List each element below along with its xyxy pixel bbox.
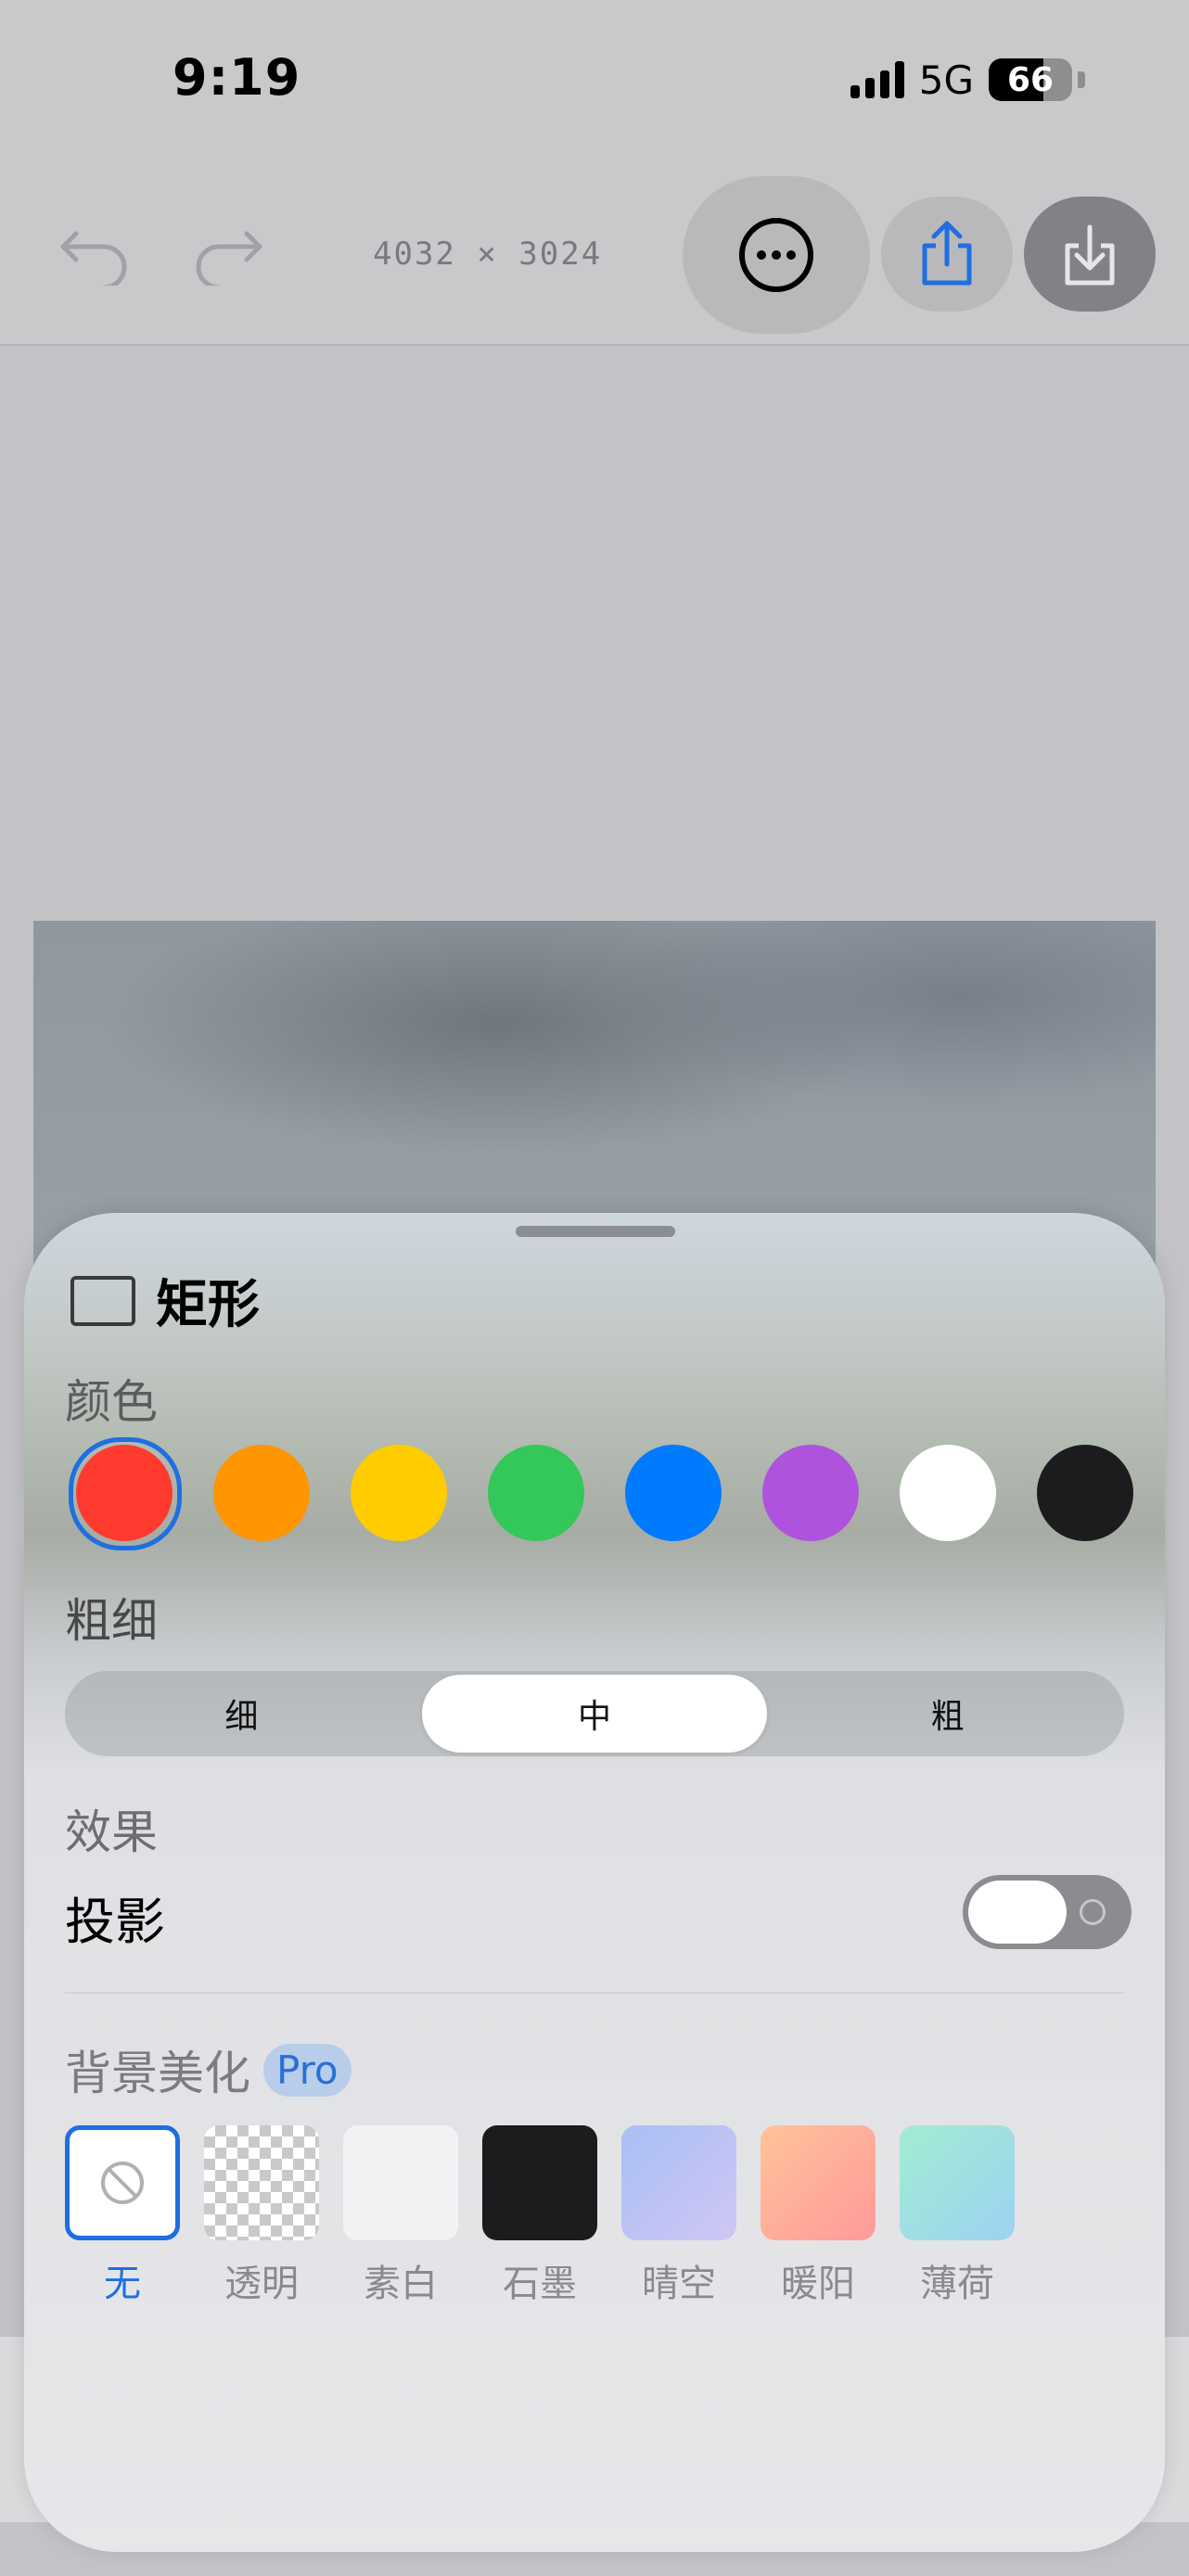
more-icon <box>739 218 813 292</box>
status-indicators: 5G 66 <box>850 54 1085 106</box>
color-swatch-red[interactable] <box>69 1437 182 1550</box>
no-symbol-icon <box>101 2162 144 2204</box>
weight-section-label: 粗细 <box>65 1594 158 1648</box>
color-swatch-yellow[interactable] <box>351 1445 447 1541</box>
background-label-plain-white: 素白 <box>364 2263 438 2305</box>
background-tile-mint[interactable] <box>900 2125 1015 2240</box>
sheet-header: 矩形 <box>70 1263 260 1338</box>
background-label-none: 无 <box>104 2263 141 2305</box>
weight-option-thin[interactable]: 细 <box>69 1675 415 1753</box>
cellular-signal-icon <box>850 61 904 98</box>
background-tile-warm-sun[interactable] <box>761 2125 876 2240</box>
background-option-warm-sun[interactable]: 暖阳 <box>761 2125 876 2307</box>
background-tile-graphite[interactable] <box>482 2125 597 2240</box>
toggle-knob <box>968 1881 1067 1944</box>
share-icon <box>922 221 972 286</box>
rectangle-icon <box>70 1275 135 1326</box>
color-swatch-white[interactable] <box>900 1445 996 1541</box>
background-label-warm-sun: 暖阳 <box>781 2263 855 2305</box>
background-label-graphite: 石墨 <box>503 2263 577 2305</box>
top-bar: 9:19 5G 66 4032 × 3024 <box>0 0 1189 346</box>
image-dimensions: 4032 × 3024 <box>373 236 603 273</box>
battery-level: 66 <box>1006 61 1055 99</box>
color-section-label: 颜色 <box>65 1375 158 1429</box>
undo-button[interactable] <box>48 211 141 295</box>
effect-section-label: 效果 <box>65 1805 158 1859</box>
background-label-text: 背景美化 <box>65 2047 250 2100</box>
background-tile-transparent[interactable] <box>204 2125 319 2240</box>
color-swatch-orange[interactable] <box>213 1445 310 1541</box>
toggle-off-indicator <box>1080 1899 1106 1925</box>
background-options: 无 透明 素白 石墨 晴空 暖阳 薄荷 <box>65 2125 1015 2307</box>
sheet-grabber[interactable] <box>516 1226 675 1237</box>
background-label-transparent: 透明 <box>224 2263 299 2305</box>
color-swatch-blue[interactable] <box>625 1445 722 1541</box>
background-option-none[interactable]: 无 <box>65 2125 180 2307</box>
undo-icon <box>60 231 127 286</box>
rectangle-settings-sheet: 矩形 颜色 粗细 细 中 粗 效果 投影 背景美化 Pro 无 透明 素白 石墨… <box>24 1213 1165 2552</box>
share-button[interactable] <box>881 197 1013 312</box>
background-label-clear-sky: 晴空 <box>642 2263 716 2305</box>
background-tile-none[interactable] <box>65 2125 180 2240</box>
weight-option-medium[interactable]: 中 <box>421 1675 768 1753</box>
shadow-toggle[interactable] <box>963 1875 1131 1949</box>
background-option-mint[interactable]: 薄荷 <box>900 2125 1015 2307</box>
background-option-clear-sky[interactable]: 晴空 <box>621 2125 736 2307</box>
battery-icon: 66 <box>989 58 1072 101</box>
weight-option-thick[interactable]: 粗 <box>774 1675 1120 1753</box>
background-option-transparent[interactable]: 透明 <box>204 2125 319 2307</box>
color-swatch-green[interactable] <box>488 1445 584 1541</box>
background-tile-clear-sky[interactable] <box>621 2125 736 2240</box>
network-type: 5G <box>918 57 974 103</box>
sheet-title: 矩形 <box>156 1275 260 1335</box>
background-label-mint: 薄荷 <box>920 2263 994 2305</box>
color-swatch-black[interactable] <box>1037 1445 1133 1541</box>
color-picker <box>69 1437 1133 1550</box>
save-to-photos-button[interactable] <box>1024 197 1156 312</box>
stroke-weight-control: 细 中 粗 <box>65 1671 1124 1756</box>
more-button[interactable] <box>683 176 870 334</box>
redo-icon <box>196 231 262 286</box>
background-option-graphite[interactable]: 石墨 <box>482 2125 597 2307</box>
divider <box>65 1992 1124 1994</box>
background-tile-plain-white[interactable] <box>343 2125 458 2240</box>
shadow-label: 投影 <box>65 1893 165 1951</box>
color-swatch-purple[interactable] <box>762 1445 859 1541</box>
download-icon <box>1065 224 1115 286</box>
background-option-plain-white[interactable]: 素白 <box>343 2125 458 2307</box>
status-time: 9:19 <box>173 48 301 107</box>
background-section-label: 背景美化 Pro <box>65 2036 352 2103</box>
redo-button[interactable] <box>182 211 275 295</box>
pro-badge: Pro <box>263 2043 352 2097</box>
